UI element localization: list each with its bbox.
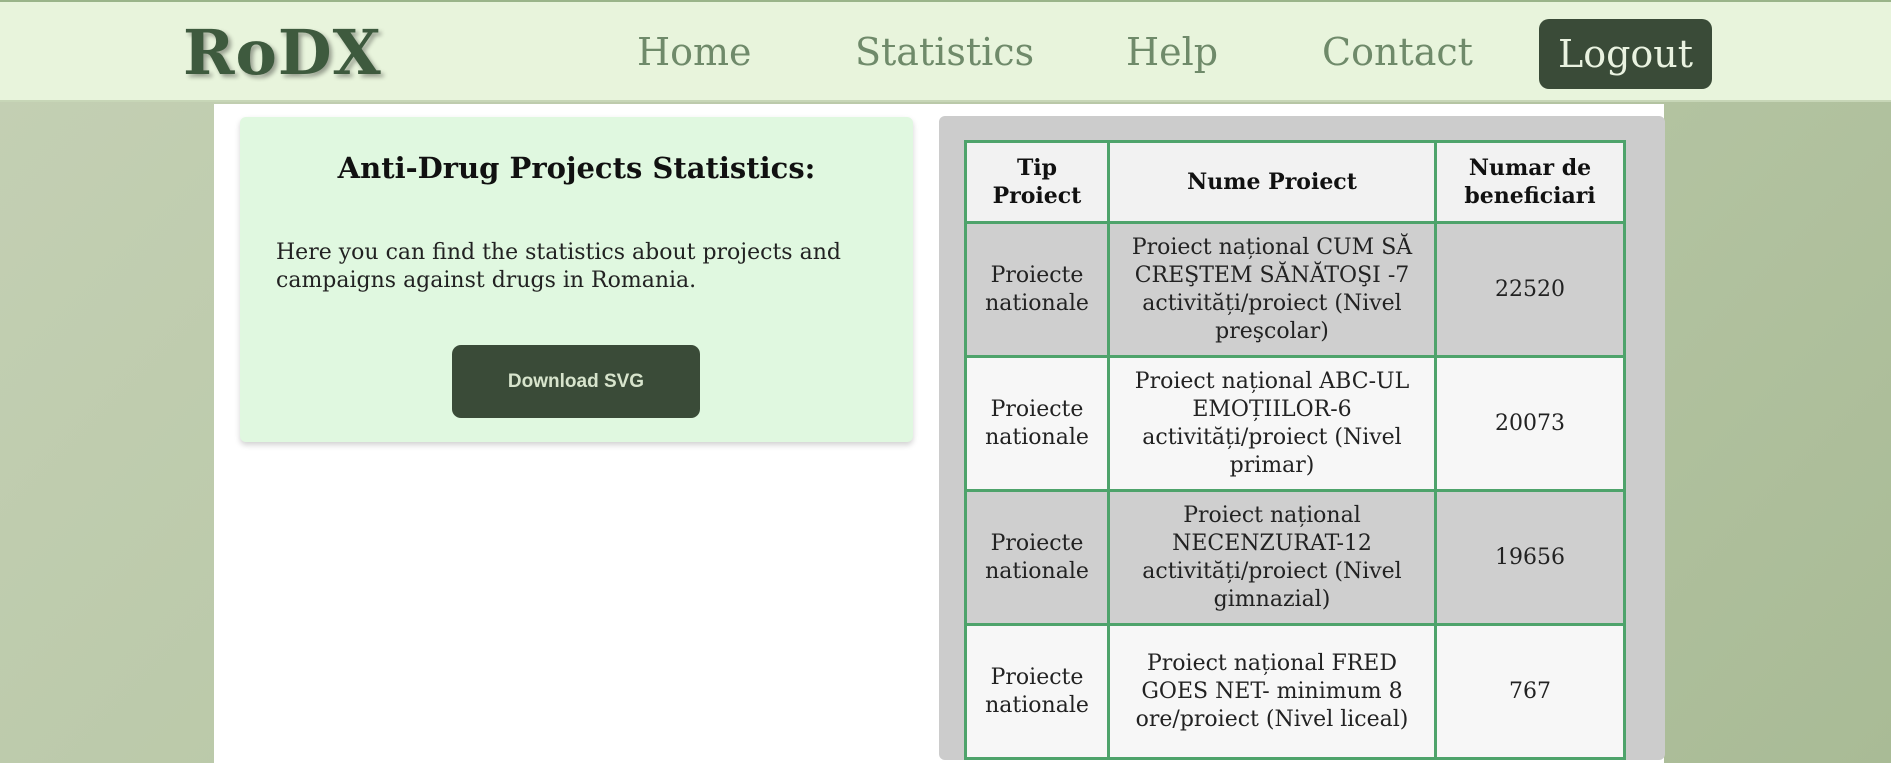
cell-beneficiaries: 19656 [1434,489,1626,626]
column-header-project-type: Tip Proiect [964,140,1110,224]
logout-button[interactable]: Logout [1539,19,1712,89]
table-row: Proiecte nationale Proiect național CUM … [964,221,1626,358]
nav-home-link[interactable]: Home [637,30,752,74]
column-header-beneficiaries: Numar de beneficiari [1434,140,1626,224]
projects-table: Tip Proiect Nume Proiect Numar de benefi… [964,140,1626,760]
cell-project-type: Proiecte nationale [964,221,1110,358]
cell-project-name: Proiect național NECENZURAT-12 activităț… [1107,489,1437,626]
statistics-table-panel: Tip Proiect Nume Proiect Numar de benefi… [939,116,1665,760]
top-navigation-bar: RoDX Home Statistics Help Contact Logout [0,0,1891,102]
table-row: Proiecte nationale Proiect național NECE… [964,489,1626,626]
page-description: Here you can find the statistics about p… [276,240,841,293]
site-logo[interactable]: RoDX [183,16,382,89]
cell-project-name: Proiect național ABC-UL EMOȚIILOR-6 acti… [1107,355,1437,492]
cell-project-name: Proiect național FRED GOES NET- minimum … [1107,623,1437,760]
cell-beneficiaries: 22520 [1434,221,1626,358]
statistics-info-card: Anti-Drug Projects Statistics: Here you … [240,117,913,442]
column-header-project-name: Nume Proiect [1107,140,1437,224]
cell-project-type: Proiecte nationale [964,489,1110,626]
cell-beneficiaries: 20073 [1434,355,1626,492]
table-header-row: Tip Proiect Nume Proiect Numar de benefi… [964,140,1626,224]
table-row: Proiecte nationale Proiect național ABC-… [964,355,1626,492]
cell-beneficiaries: 767 [1434,623,1626,760]
nav-help-link[interactable]: Help [1126,30,1218,74]
page-title: Anti-Drug Projects Statistics: [337,151,816,185]
cell-project-name: Proiect național CUM SĂ CREŞTEM SĂNĂTOŞI… [1107,221,1437,358]
nav-statistics-link[interactable]: Statistics [855,30,1034,74]
cell-project-type: Proiecte nationale [964,623,1110,760]
nav-contact-link[interactable]: Contact [1322,30,1473,74]
download-svg-button[interactable]: Download SVG [452,345,700,418]
cell-project-type: Proiecte nationale [964,355,1110,492]
table-row: Proiecte nationale Proiect național FRED… [964,623,1626,760]
